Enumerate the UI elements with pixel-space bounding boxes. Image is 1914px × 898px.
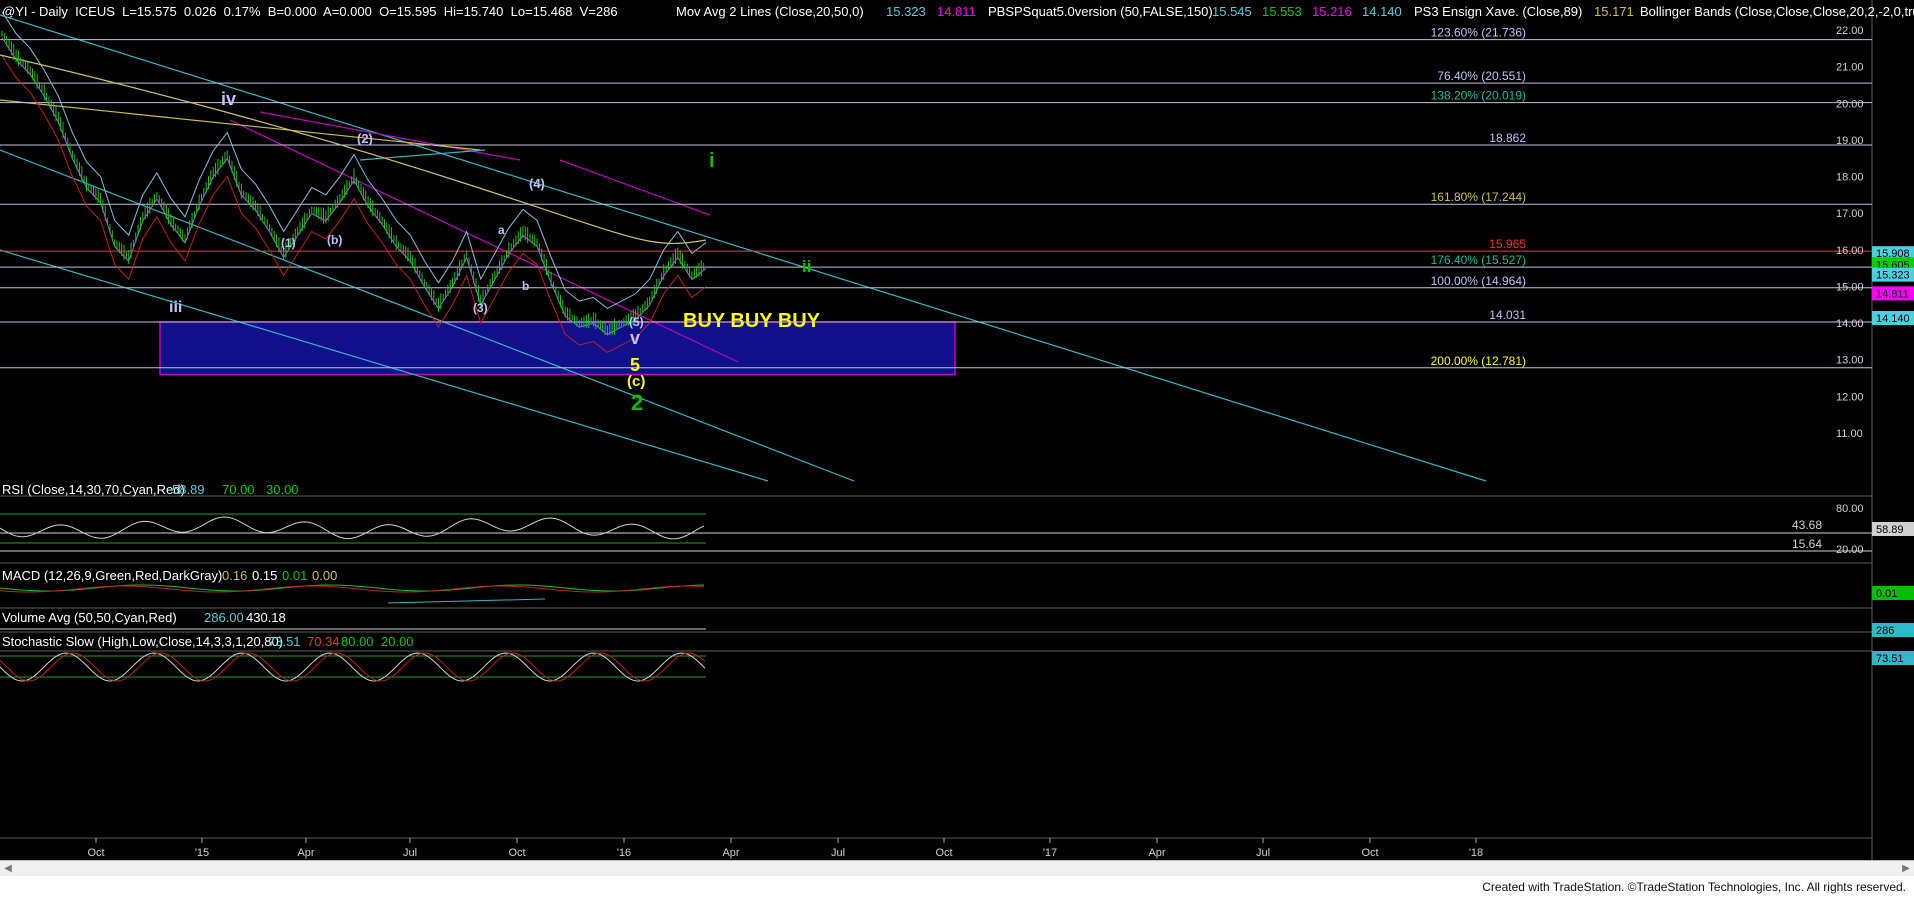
level-label: 100.00% (14.964) — [1431, 274, 1526, 288]
rsi-level-label: 15.64 — [1792, 537, 1822, 551]
pbsp-value-4: 14.140 — [1362, 4, 1402, 19]
stochastic-label: Stochastic Slow (High,Low,Close,14,3,3,1… — [2, 634, 283, 649]
level-label: 176.40% (15.527) — [1431, 253, 1526, 267]
price-chart: @YI - Daily ICEUS L=15.575 0.026 0.17% B… — [0, 0, 1914, 860]
pbsp-label: PBSPSquat5.0version (50,FALSE,150) — [988, 4, 1213, 19]
wave-label: v — [630, 328, 640, 348]
wave-label: (1) — [281, 236, 296, 250]
symbol-line: @YI - Daily ICEUS L=15.575 0.026 0.17% B… — [2, 4, 618, 19]
stochastic-value-4: 20.00 — [381, 634, 414, 649]
wave-label: iv — [221, 89, 236, 109]
price-badge-label: 14.811 — [1876, 288, 1909, 300]
wave-label: (4) — [529, 176, 545, 191]
level-label: 76.40% (20.551) — [1437, 69, 1526, 83]
x-tick-label: Oct — [508, 847, 525, 859]
x-tick-label: '16 — [617, 847, 631, 859]
wave-label: ii — [802, 257, 811, 276]
footer-credit: Created with TradeStation. ©TradeStation… — [1482, 880, 1906, 894]
ma-label: Mov Avg 2 Lines (Close,20,50,0) — [676, 4, 864, 19]
rsi-overbought: 70.00 — [222, 482, 255, 497]
ma-value-2: 14.811 — [937, 4, 976, 19]
x-tick-label: Oct — [87, 847, 104, 859]
footer: Created with TradeStation. ©TradeStation… — [0, 876, 1914, 898]
y-tick-label: 11.00 — [1836, 428, 1863, 440]
pbsp-value-1: 15.545 — [1212, 4, 1252, 19]
macd-value-4: 0.00 — [312, 568, 337, 583]
volume-badge-label: 286 — [1876, 625, 1894, 637]
level-label: 14.031 — [1489, 308, 1526, 322]
x-tick-label: '18 — [1469, 847, 1483, 859]
volume-value-2: 430.18 — [246, 610, 286, 625]
ps3-value: 15.171 — [1594, 4, 1634, 19]
rsi-badge-label: 58.89 — [1876, 524, 1904, 536]
level-label: 200.00% (12.781) — [1431, 354, 1526, 368]
level-label: 138.20% (20.019) — [1431, 89, 1526, 103]
x-tick-label: Jul — [1256, 847, 1270, 859]
macd-value-3: 0.01 — [282, 568, 307, 583]
x-tick-label: Oct — [935, 847, 952, 859]
stochastic-value-3: 80.00 — [341, 634, 374, 649]
macd-badge-label: 0.01 — [1876, 588, 1897, 600]
x-tick-label: Oct — [1361, 847, 1378, 859]
buy-zone-label: BUY BUY BUY — [683, 310, 821, 332]
rsi-tick-label: 20.00 — [1836, 544, 1864, 556]
rsi-tick-label: 80.00 — [1836, 503, 1864, 515]
x-tick-label: '17 — [1043, 847, 1057, 859]
rsi-value: 58.89 — [172, 482, 205, 497]
y-tick-label: 19.00 — [1836, 135, 1864, 147]
x-tick-label: Apr — [297, 847, 314, 859]
pbsp-value-3: 15.216 — [1312, 4, 1352, 19]
y-tick-label: 20.00 — [1836, 98, 1864, 110]
rsi-label: RSI (Close,14,30,70,Cyan,Red) — [2, 482, 185, 497]
stochastic-value-2: 70.34 — [307, 634, 340, 649]
wave-label: i — [709, 150, 715, 172]
ps3-label: PS3 Ensign Xave. (Close,89) — [1414, 4, 1582, 19]
x-tick-label: Jul — [831, 847, 845, 859]
stochastic-value-1: 73.51 — [268, 634, 301, 649]
wave-label: 2 — [631, 390, 643, 415]
price-badge-label: 15.323 — [1876, 270, 1910, 282]
volume-value-1: 286.00 — [204, 610, 244, 625]
price-badge-label: 14.140 — [1876, 313, 1910, 325]
bollinger-label: Bollinger Bands (Close,Close,Close,20,2,… — [1640, 4, 1914, 19]
x-tick-label: '15 — [195, 847, 209, 859]
macd-value-1: 0.16 — [222, 568, 247, 583]
y-tick-label: 13.00 — [1836, 355, 1864, 367]
scroll-right-icon[interactable]: ▶ — [1900, 863, 1912, 875]
pbsp-value-2: 15.553 — [1262, 4, 1302, 19]
scroll-left-icon[interactable]: ◀ — [2, 863, 14, 875]
y-tick-label: 18.00 — [1836, 172, 1864, 184]
rsi-level-label: 43.68 — [1792, 518, 1822, 532]
wave-label: (c) — [627, 373, 645, 390]
level-label: 123.60% (21.736) — [1431, 26, 1526, 40]
y-tick-label: 21.00 — [1836, 62, 1864, 74]
y-tick-label: 22.00 — [1836, 25, 1864, 37]
wave-label: (2) — [357, 131, 373, 146]
level-label: 18.862 — [1489, 131, 1526, 145]
y-tick-label: 12.00 — [1836, 391, 1864, 403]
ma-value-1: 15.323 — [886, 4, 926, 19]
wave-label: 5 — [630, 355, 640, 375]
wave-label: iii — [169, 299, 182, 316]
wave-label: (5) — [629, 315, 644, 329]
wave-label: (b) — [327, 233, 342, 247]
y-tick-label: 14.00 — [1836, 318, 1864, 330]
x-tick-label: Jul — [403, 847, 417, 859]
x-tick-label: Apr — [722, 847, 739, 859]
y-tick-label: 15.00 — [1836, 281, 1864, 293]
wave-label: a — [498, 223, 505, 237]
y-tick-label: 17.00 — [1836, 208, 1864, 220]
rsi-oversold: 30.00 — [266, 482, 299, 497]
stochastic-badge-label: 73.51 — [1876, 653, 1904, 665]
wave-label: (3) — [473, 301, 488, 315]
x-tick-label: Apr — [1148, 847, 1165, 859]
macd-label: MACD (12,26,9,Green,Red,DarkGray) — [2, 568, 222, 583]
volume-label: Volume Avg (50,50,Cyan,Red) — [2, 610, 177, 625]
wave-label: b — [522, 279, 529, 293]
level-label: 161.80% (17.244) — [1431, 190, 1526, 204]
y-tick-label: 16.00 — [1836, 245, 1864, 257]
level-label: 15.965 — [1489, 237, 1526, 251]
macd-value-2: 0.15 — [252, 568, 277, 583]
time-scrollbar[interactable]: ◀ ▶ — [0, 860, 1914, 877]
